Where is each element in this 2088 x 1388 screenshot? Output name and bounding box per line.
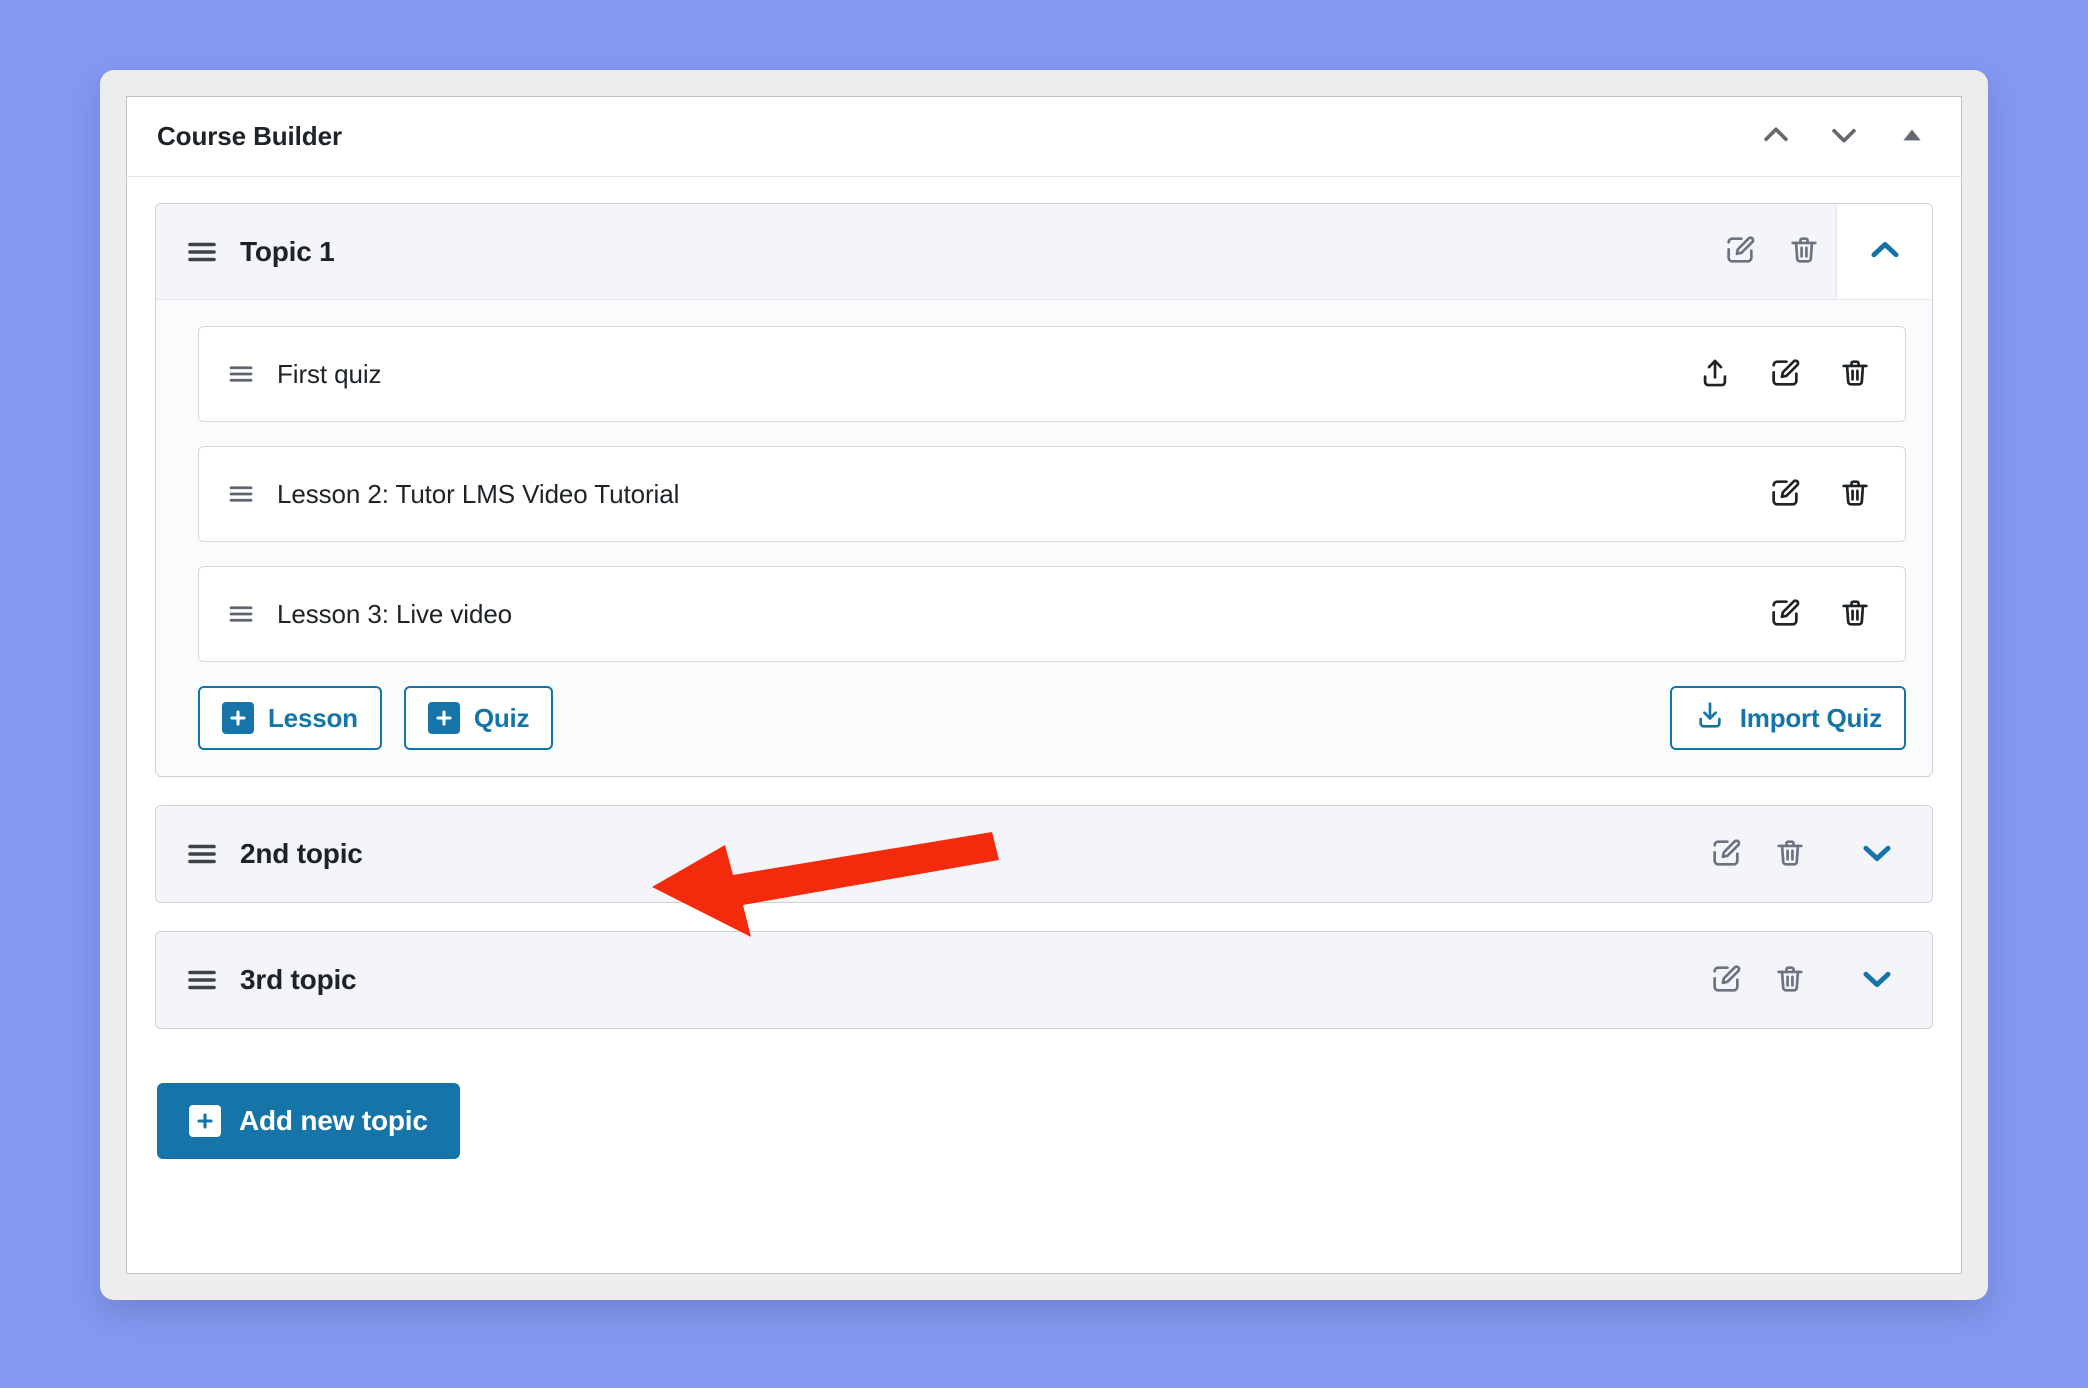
topic-block: 2nd topic (155, 805, 1933, 903)
expand-topic-button[interactable] (1822, 806, 1932, 902)
chevron-down-icon (1827, 118, 1861, 155)
drag-handle-icon[interactable] (223, 476, 259, 512)
triangle-up-icon (1899, 122, 1925, 151)
delete-topic-button[interactable] (1772, 220, 1836, 284)
export-icon (1698, 356, 1732, 393)
edit-icon (1709, 962, 1743, 999)
drag-handle-icon[interactable] (223, 596, 259, 632)
edit-topic-button[interactable] (1694, 822, 1758, 886)
plus-icon (222, 702, 254, 734)
drag-handle-icon[interactable] (182, 834, 222, 874)
trash-icon (1838, 476, 1872, 513)
add-topic-wrap: Add new topic (155, 1057, 1933, 1159)
topic-title: 3rd topic (240, 964, 1694, 996)
expand-topic-button[interactable] (1822, 932, 1932, 1028)
edit-topic-button[interactable] (1708, 220, 1772, 284)
topic-block: 3rd topic (155, 931, 1933, 1029)
delete-content-button[interactable] (1827, 346, 1883, 402)
delete-topic-button[interactable] (1758, 948, 1822, 1012)
metabox-header: Course Builder (127, 97, 1961, 177)
chevron-down-icon (1858, 834, 1896, 875)
add-lesson-label: Lesson (268, 703, 358, 734)
trash-icon (1838, 596, 1872, 633)
add-new-topic-label: Add new topic (239, 1105, 428, 1137)
topic-actionbar: Lesson Quiz (198, 686, 1906, 750)
topic-title: 2nd topic (240, 838, 1694, 870)
edit-icon (1768, 596, 1802, 633)
trash-icon (1773, 962, 1807, 999)
trash-icon (1773, 836, 1807, 873)
metabox-shell: Course Builder (100, 70, 1988, 1300)
edit-content-button[interactable] (1757, 346, 1813, 402)
add-lesson-button[interactable]: Lesson (198, 686, 382, 750)
trash-icon (1787, 233, 1821, 270)
edit-content-button[interactable] (1757, 586, 1813, 642)
content-item-actions (1687, 346, 1905, 402)
delete-content-button[interactable] (1827, 586, 1883, 642)
trash-icon (1838, 356, 1872, 393)
chevron-up-icon (1866, 231, 1904, 272)
topic-header[interactable]: 2nd topic (156, 806, 1932, 902)
drag-handle-icon[interactable] (182, 960, 222, 1000)
toggle-panel-button[interactable] (1891, 116, 1933, 158)
content-item-actions (1757, 586, 1905, 642)
drag-handle-icon[interactable] (223, 356, 259, 392)
topic-header[interactable]: 3rd topic (156, 932, 1932, 1028)
chevron-down-icon (1858, 960, 1896, 1001)
content-item-row[interactable]: Lesson 3: Live video (198, 566, 1906, 662)
topic-header[interactable]: Topic 1 (156, 204, 1932, 300)
move-up-button[interactable] (1755, 116, 1797, 158)
import-quiz-button[interactable]: Import Quiz (1670, 686, 1906, 750)
topic-actions (1694, 806, 1932, 902)
move-down-button[interactable] (1823, 116, 1865, 158)
edit-topic-button[interactable] (1694, 948, 1758, 1012)
content-item-title: Lesson 3: Live video (277, 599, 1757, 630)
topic-actions (1694, 932, 1932, 1028)
download-icon (1694, 699, 1726, 738)
export-quiz-button[interactable] (1687, 346, 1743, 402)
content-item-title: First quiz (277, 359, 1687, 390)
edit-content-button[interactable] (1757, 466, 1813, 522)
topic-actions (1708, 204, 1932, 299)
delete-content-button[interactable] (1827, 466, 1883, 522)
edit-icon (1768, 476, 1802, 513)
topic-block: Topic 1 (155, 203, 1933, 777)
content-item-title: Lesson 2: Tutor LMS Video Tutorial (277, 479, 1757, 510)
metabox-header-actions (1755, 116, 1933, 158)
content-item-row[interactable]: Lesson 2: Tutor LMS Video Tutorial (198, 446, 1906, 542)
add-quiz-label: Quiz (474, 703, 530, 734)
metabox-body: Topic 1 (127, 177, 1961, 1273)
add-quiz-button[interactable]: Quiz (404, 686, 554, 750)
content-item-actions (1757, 466, 1905, 522)
content-item-row[interactable]: First quiz (198, 326, 1906, 422)
page-title: Course Builder (157, 121, 1755, 152)
chevron-up-icon (1759, 118, 1793, 155)
edit-icon (1723, 233, 1757, 270)
topic-content: First quiz (156, 300, 1932, 776)
edit-icon (1768, 356, 1802, 393)
plus-icon (189, 1105, 221, 1137)
drag-handle-icon[interactable] (182, 232, 222, 272)
import-quiz-label: Import Quiz (1740, 703, 1882, 734)
delete-topic-button[interactable] (1758, 822, 1822, 886)
course-builder-metabox: Course Builder (126, 96, 1962, 1274)
edit-icon (1709, 836, 1743, 873)
topic-title: Topic 1 (240, 236, 1708, 268)
collapse-topic-button[interactable] (1836, 204, 1932, 299)
plus-icon (428, 702, 460, 734)
add-new-topic-button[interactable]: Add new topic (157, 1083, 460, 1159)
